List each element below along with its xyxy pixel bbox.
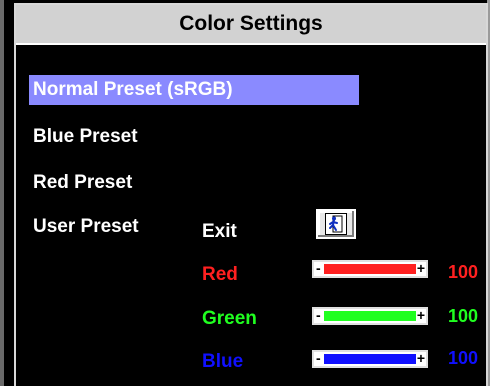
blue-slider-fill bbox=[324, 354, 416, 364]
green-slider-fill bbox=[324, 311, 416, 321]
preset-label: Blue Preset bbox=[33, 126, 138, 147]
decrease-icon: - bbox=[316, 350, 321, 366]
decrease-icon: - bbox=[316, 260, 321, 276]
green-channel-label: Green bbox=[202, 308, 257, 329]
preset-label: Normal Preset (sRGB) bbox=[33, 79, 233, 100]
preset-normal-srgb[interactable]: Normal Preset (sRGB) bbox=[29, 75, 359, 105]
increase-icon: + bbox=[416, 260, 425, 276]
preset-label: User Preset bbox=[33, 216, 139, 237]
preset-blue[interactable]: Blue Preset bbox=[29, 122, 138, 152]
preset-user[interactable]: User Preset bbox=[29, 212, 139, 242]
blue-slider[interactable]: - + bbox=[312, 350, 428, 368]
red-slider-fill bbox=[324, 264, 416, 274]
preset-label: Red Preset bbox=[33, 172, 133, 193]
decrease-icon: - bbox=[316, 307, 321, 323]
preset-red[interactable]: Red Preset bbox=[29, 168, 132, 198]
increase-icon: + bbox=[416, 307, 425, 323]
blue-channel-label: Blue bbox=[202, 351, 244, 372]
osd-title: Color Settings bbox=[179, 12, 323, 35]
osd-panel: Color Settings Normal Preset (sRGB) Blue… bbox=[14, 3, 488, 386]
red-channel-label: Red bbox=[202, 264, 238, 285]
osd-window-frame: Color Settings Normal Preset (sRGB) Blue… bbox=[0, 0, 490, 386]
exit-label[interactable]: Exit bbox=[202, 217, 237, 247]
exit-button[interactable] bbox=[316, 209, 356, 239]
green-slider[interactable]: - + bbox=[312, 307, 428, 325]
osd-title-bar: Color Settings bbox=[16, 5, 486, 45]
increase-icon: + bbox=[416, 350, 425, 366]
blue-value: 100 bbox=[448, 348, 479, 368]
red-slider[interactable]: - + bbox=[312, 260, 428, 278]
running-man-exit-icon bbox=[325, 213, 347, 235]
green-value: 100 bbox=[448, 306, 479, 326]
red-value: 100 bbox=[448, 262, 479, 282]
